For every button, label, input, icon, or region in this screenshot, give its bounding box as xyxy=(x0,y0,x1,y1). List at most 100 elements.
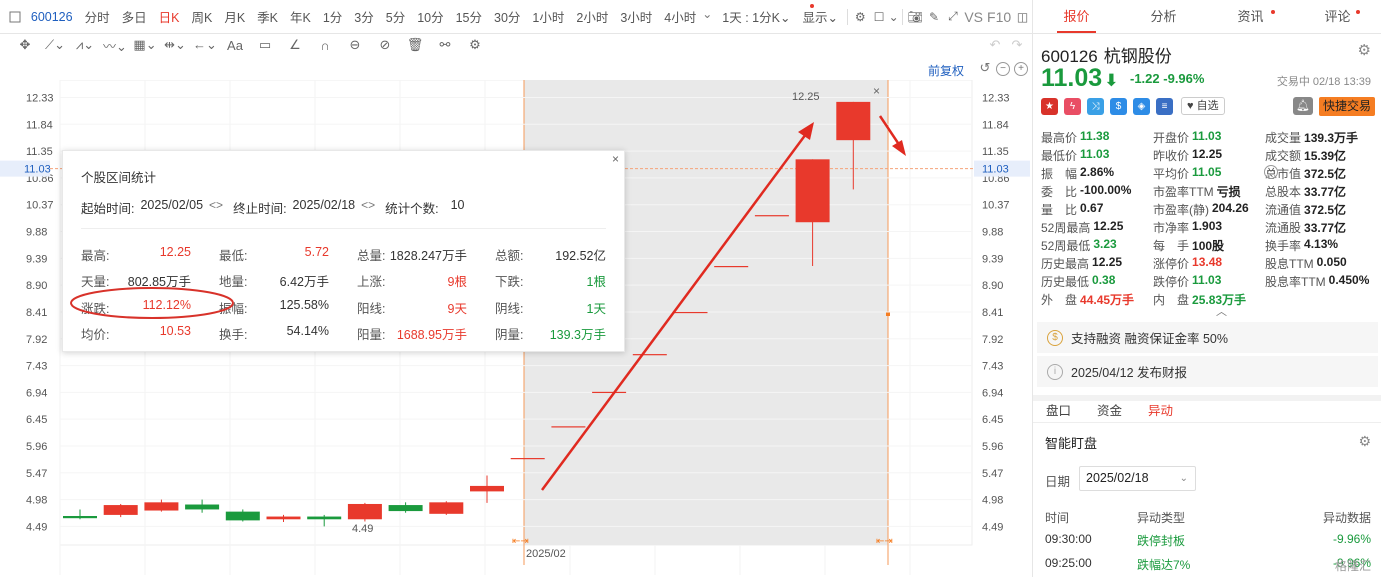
start-arrows-icon[interactable]: <> xyxy=(209,198,223,217)
quote-label: 总股本 xyxy=(1265,184,1302,199)
period-tab[interactable]: 2小时 xyxy=(570,7,614,26)
square-icon[interactable]: ☐ xyxy=(870,6,889,28)
link-icon[interactable]: ⚯ xyxy=(432,35,458,55)
period-tab[interactable]: 月K xyxy=(218,7,251,26)
panel-toggle-icon[interactable]: ◫ xyxy=(1013,6,1032,28)
stats-value: 9根 xyxy=(447,275,467,290)
period-tab[interactable]: 10分 xyxy=(411,7,449,26)
y-tick-left: 12.33 xyxy=(26,93,54,105)
period-tab[interactable]: 1分 xyxy=(317,7,348,26)
expand-icon[interactable]: ⤢ xyxy=(943,6,962,28)
kline-select[interactable]: 1天 : 1分K⌄ xyxy=(716,7,796,26)
bottom-tab[interactable]: 盘口 xyxy=(1033,401,1084,422)
settings-icon[interactable]: ⚙ xyxy=(462,35,488,55)
chart-tool-icon[interactable]: ▦⌄ xyxy=(132,35,158,55)
period-tab[interactable]: 4小时 xyxy=(658,7,702,26)
end-arrows-icon[interactable]: <> xyxy=(361,198,375,217)
bell-icon[interactable]: 🔔︎ xyxy=(1293,97,1313,115)
collapse-icon[interactable]: ︿ xyxy=(1216,303,1227,319)
stats-value: 9天 xyxy=(447,301,467,316)
line-tool-icon[interactable]: ⟋⌄ xyxy=(42,35,68,55)
stock-code[interactable]: 600126 xyxy=(25,10,79,24)
polyline-tool-icon[interactable]: ⩘⌄ xyxy=(72,35,98,55)
quote-cell: 昨收价 12.25 xyxy=(1153,147,1265,164)
close-icon[interactable]: × xyxy=(612,152,619,166)
pen-icon[interactable]: ✎ xyxy=(925,6,944,28)
redo-icon[interactable]: ↷ xyxy=(1004,35,1030,55)
zoom-out-icon[interactable]: − xyxy=(996,62,1010,76)
sidebar-toggle-icon[interactable] xyxy=(6,6,25,28)
period-tab[interactable]: 日K xyxy=(153,7,186,26)
margin-note[interactable]: $ 支持融资 融资保证金率 50% xyxy=(1037,322,1378,353)
drawing-toolbar: ✥ ⟋⌄ ⩘⌄ 〰⌄ ▦⌄ ⇹⌄ ←⌄ Aa ▭ ∠ ∩ ⊖ ⊘ 🗑︎ ⚯ ⚙ … xyxy=(0,34,1032,56)
report-note[interactable]: i 2025/04/12 发布财报 xyxy=(1037,356,1378,387)
period-tab[interactable]: 5分 xyxy=(380,7,411,26)
bottom-tabs: 盘口 资金 异动 xyxy=(1033,401,1381,423)
alert-table-header: 时间 异动类型 异动数据 xyxy=(1045,511,1371,525)
f10-button[interactable]: F10 xyxy=(985,9,1013,25)
quote-label: 振 幅 xyxy=(1041,166,1078,181)
settings-icon[interactable]: ⚙ xyxy=(851,6,870,28)
quick-trade-button[interactable]: 快捷交易 xyxy=(1319,97,1375,116)
more-icon[interactable]: ··· xyxy=(1264,165,1278,179)
vs-button[interactable]: VS xyxy=(962,9,985,25)
separator xyxy=(901,8,903,25)
camera-icon[interactable]: 📷︎ xyxy=(906,6,925,28)
measure-tool-icon[interactable]: ⇹⌄ xyxy=(162,35,188,55)
text-tool-icon[interactable]: Aa xyxy=(222,35,248,55)
period-tab[interactable]: 3分 xyxy=(348,7,379,26)
magnet-icon[interactable]: ∩ xyxy=(312,35,338,55)
zoom-in-icon[interactable]: + xyxy=(1014,62,1028,76)
hide-icon[interactable]: ⊘ xyxy=(372,35,398,55)
flag-icon[interactable]: ★ xyxy=(1041,97,1058,115)
arrow-tool-icon[interactable]: ←⌄ xyxy=(192,35,218,55)
bottom-tab[interactable]: 资金 xyxy=(1084,401,1135,422)
alert-type: 跌幅达7% xyxy=(1137,558,1191,572)
price-change: -1.22 -9.96% xyxy=(1130,71,1205,86)
y-tick-right: 5.96 xyxy=(982,441,1003,453)
period-tab[interactable]: 多日 xyxy=(116,7,153,26)
period-tab[interactable]: 周K xyxy=(185,7,218,26)
cycle-tool-icon[interactable]: ⊖ xyxy=(342,35,368,55)
period-tab[interactable]: 季K xyxy=(251,7,284,26)
comment-tool-icon[interactable]: ▭ xyxy=(252,35,278,55)
stats-label: 阴线: xyxy=(495,301,524,316)
quote-tab[interactable]: 评论 xyxy=(1294,0,1381,33)
candle-body xyxy=(307,516,342,520)
dollar-icon[interactable]: $ xyxy=(1110,97,1127,115)
period-tab[interactable]: 3小时 xyxy=(614,7,658,26)
shuffle-icon[interactable]: ⤨ xyxy=(1087,97,1104,115)
crosshair-icon[interactable]: ✥ xyxy=(12,35,38,55)
settings-icon[interactable]: ⚙ xyxy=(1358,41,1371,59)
doc-icon[interactable]: ≡ xyxy=(1156,97,1173,115)
period-tab[interactable]: 分时 xyxy=(79,7,116,26)
quote-cell: 振 幅 2.86% xyxy=(1041,165,1153,182)
angle-tool-icon[interactable]: ∠ xyxy=(282,35,308,55)
tag-icon[interactable]: ◈ xyxy=(1133,97,1150,115)
period-toolbar: 600126 分时 多日 日K 周K 月K 季K 年K 1分 3分 5分 10分 15分 30分 1小时 2… xyxy=(0,0,1032,34)
bottom-tab[interactable]: 异动 xyxy=(1135,401,1186,422)
add-watchlist-button[interactable]: ♥ 自选 xyxy=(1181,97,1225,115)
trash-icon[interactable]: 🗑︎ xyxy=(402,35,428,55)
alert-row[interactable]: 09:30:00 跌停封板 -9.96% xyxy=(1045,532,1371,549)
period-tab[interactable]: 15分 xyxy=(450,7,488,26)
y-tick-left: 9.39 xyxy=(26,253,47,265)
chevron-down-icon[interactable]: ⌄ xyxy=(889,6,899,28)
reset-icon[interactable]: ↺ xyxy=(978,61,992,76)
display-menu[interactable]: 显示⌄ xyxy=(796,4,844,26)
restore-mode-button[interactable]: 前复权 xyxy=(928,62,964,79)
quote-tab[interactable]: 资讯 xyxy=(1207,0,1294,33)
period-tab[interactable]: 30分 xyxy=(488,7,526,26)
period-tab[interactable]: 1小时 xyxy=(526,7,570,26)
quote-tab[interactable]: 报价 xyxy=(1033,0,1120,33)
alert-row[interactable]: 09:25:00 跌幅达7% -9.96% xyxy=(1045,556,1371,573)
settings-icon[interactable]: ⚙ xyxy=(1358,433,1371,450)
quote-tab[interactable]: 分析 xyxy=(1120,0,1207,33)
bolt-icon[interactable]: ϟ xyxy=(1064,97,1081,115)
quote-cell: 市净率 1.903 xyxy=(1153,219,1265,236)
quote-label: 涨停价 xyxy=(1153,257,1190,272)
period-tab[interactable]: 年K xyxy=(284,7,317,26)
wave-tool-icon[interactable]: 〰⌄ xyxy=(102,35,128,55)
stats-value: 1根 xyxy=(586,275,606,290)
date-select[interactable]: 2025/02/18 ⌄ xyxy=(1079,466,1196,491)
